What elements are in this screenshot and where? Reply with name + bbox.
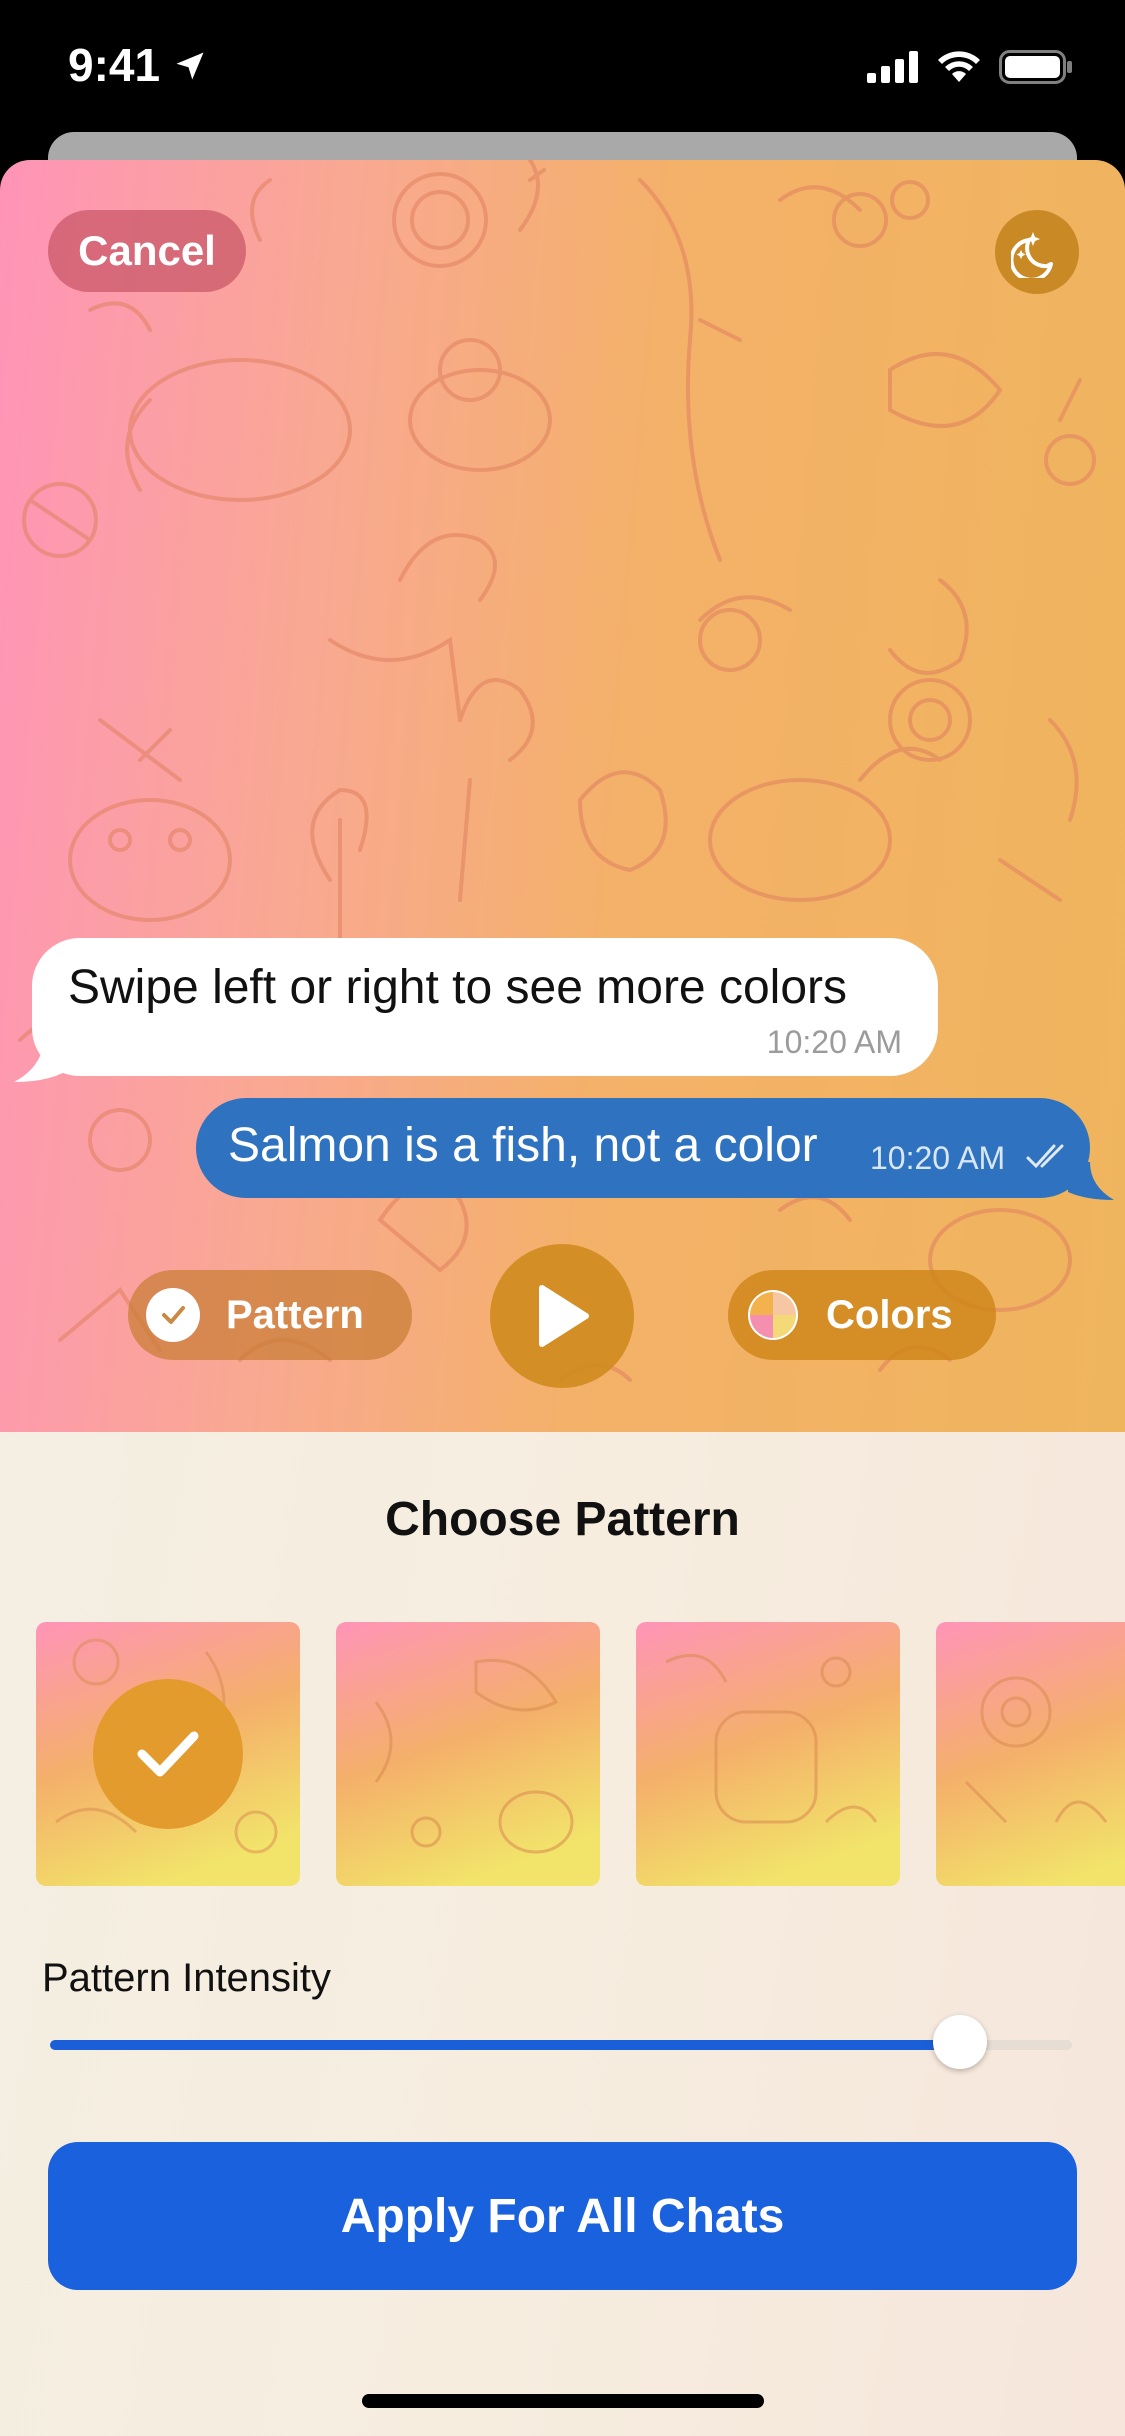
pattern-toggle-button[interactable]: Pattern (128, 1270, 412, 1360)
incoming-message-bubble: Swipe left or right to see more colors 1… (32, 938, 938, 1076)
cancel-button[interactable]: Cancel (48, 210, 246, 292)
pattern-option-3[interactable] (636, 1622, 900, 1886)
outgoing-message-time: 10:20 AM (870, 1140, 1006, 1176)
intensity-slider[interactable] (50, 2015, 1072, 2069)
battery-icon (999, 50, 1072, 84)
doodle-pattern (18, 160, 1096, 1382)
play-animation-button[interactable] (490, 1244, 634, 1388)
pattern-doodles-4 (964, 1676, 1108, 1824)
status-icons (867, 50, 1073, 84)
status-time: 9:41 (68, 39, 161, 91)
selected-check-badge (93, 1679, 243, 1829)
location-arrow-icon (176, 52, 204, 80)
intensity-label: Pattern Intensity (42, 1956, 332, 2000)
intensity-slider-thumb[interactable] (932, 2015, 987, 2069)
wallpaper-preview: Cancel Swipe left or right to see more c… (0, 160, 1125, 1432)
pattern-doodles-2 (374, 1658, 574, 1854)
pattern-panel: Choose Pattern Pattern Intensity Apply F… (0, 1432, 1125, 2436)
intensity-slider-fill (50, 2040, 960, 2050)
apply-for-all-chats-button[interactable]: Apply For All Chats (48, 2142, 1077, 2290)
outgoing-message-text: Salmon is a fish, not a color (228, 1119, 818, 1172)
play-icon (539, 1285, 589, 1347)
pattern-option-1[interactable] (36, 1622, 300, 1886)
colors-label: Colors (826, 1292, 953, 1337)
signal-icon (867, 51, 918, 83)
outgoing-message-bubble: Salmon is a fish, not a color 10:20 AM (196, 1098, 1090, 1198)
pattern-option-4[interactable] (936, 1622, 1125, 1886)
pattern-toggle-label: Pattern (226, 1292, 364, 1337)
wifi-icon (938, 51, 980, 82)
check-circle-icon (146, 1288, 200, 1342)
pattern-option-2[interactable] (336, 1622, 600, 1886)
panel-title: Choose Pattern (385, 1493, 740, 1546)
pattern-list (36, 1622, 1125, 1888)
night-mode-button[interactable] (995, 210, 1079, 294)
color-wheel-icon (746, 1288, 800, 1342)
moon-stars-icon (1011, 232, 1053, 278)
checkmark-icon (137, 1731, 199, 1777)
double-check-icon (1026, 1144, 1064, 1169)
incoming-message-text: Swipe left or right to see more colors (68, 961, 847, 1014)
status-bar: 9:41 (0, 0, 1125, 140)
colors-button[interactable]: Colors (728, 1270, 996, 1360)
pattern-doodles-3 (665, 1653, 878, 1824)
incoming-message-time: 10:20 AM (766, 1024, 902, 1060)
home-indicator (362, 2394, 764, 2408)
